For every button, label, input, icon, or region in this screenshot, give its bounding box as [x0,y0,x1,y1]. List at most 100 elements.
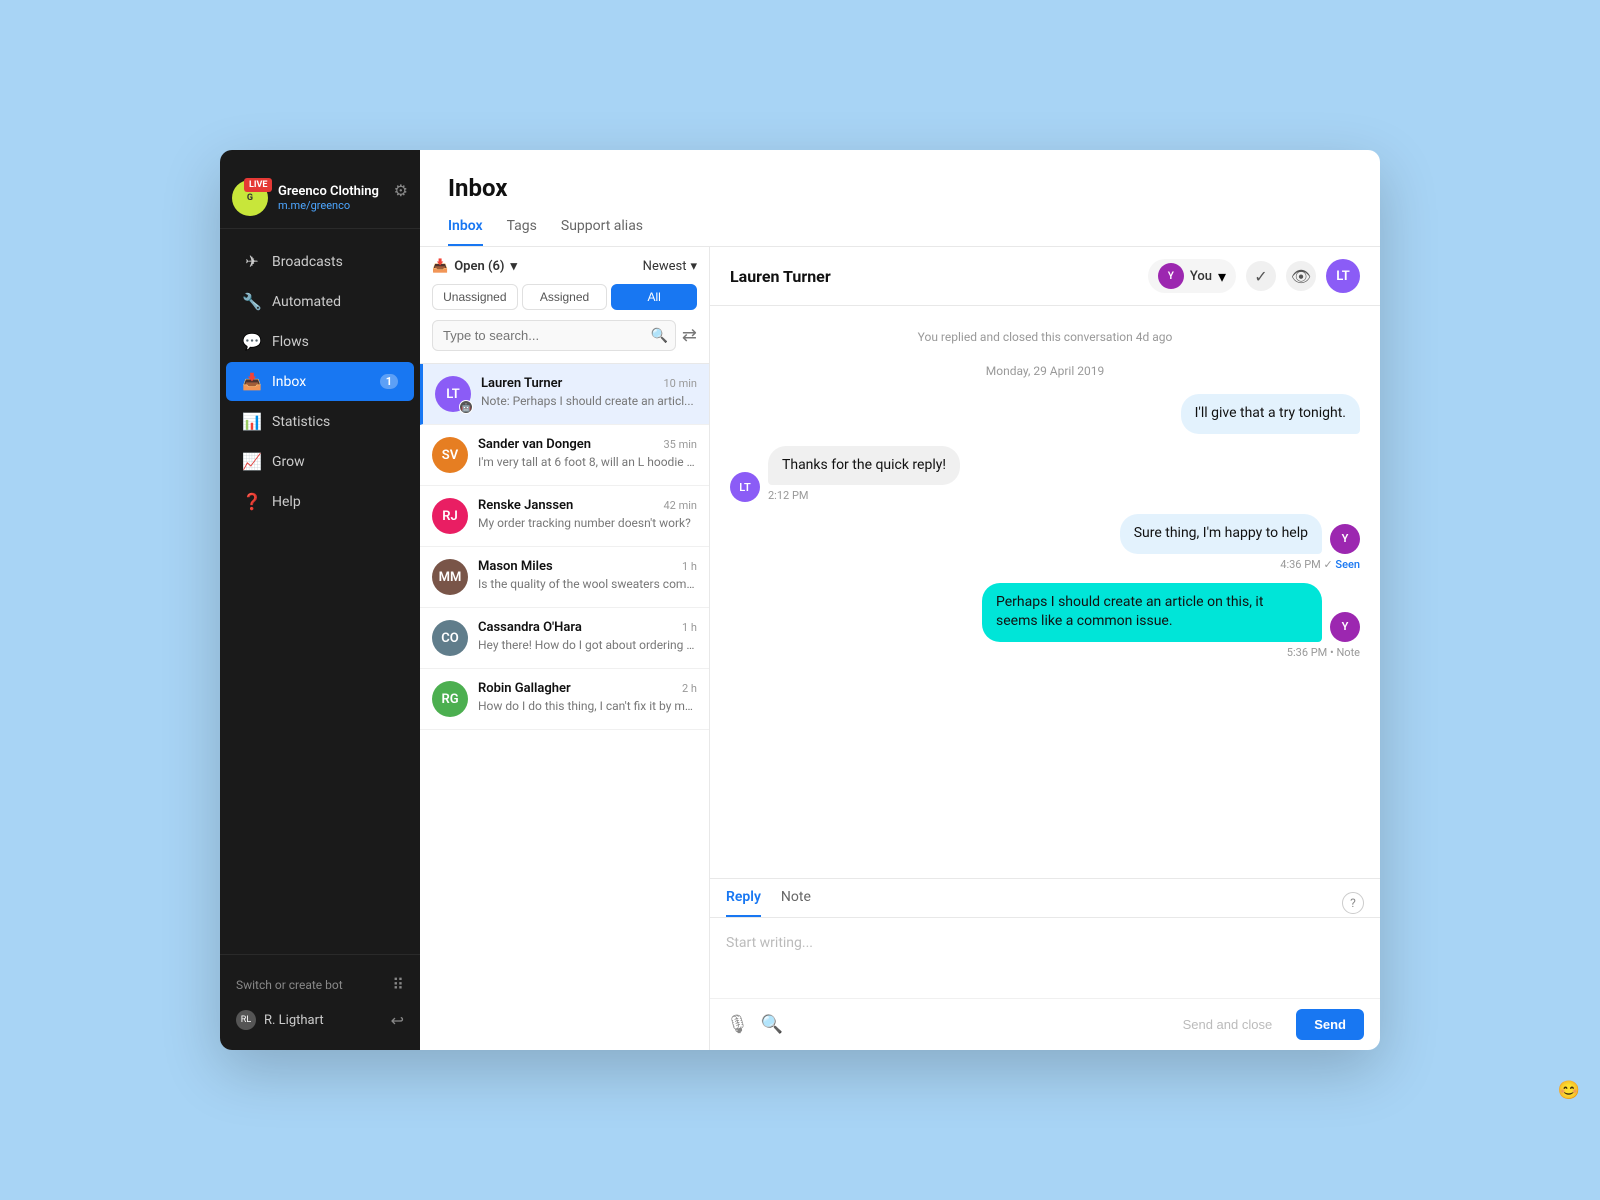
reply-help-icon[interactable]: ? [1342,892,1364,914]
sidebar-item-automated[interactable]: 🔧 Automated [226,282,414,321]
sort-icon[interactable]: ⇄ [682,325,697,346]
sidebar-item-label: Flows [272,334,309,350]
tab-support-alias[interactable]: Support alias [561,218,643,246]
conversation-item-cassandra[interactable]: CO Cassandra O'Hara 1 h Hey there! How d… [420,608,709,669]
search-articles-icon[interactable]: 🔍 [761,1014,783,1035]
reply-area: Reply Note ? Start writing... 😊 [710,878,1380,1050]
assign-filter-unassigned[interactable]: Unassigned [432,284,518,310]
sidebar-item-grow[interactable]: 📈 Grow [226,442,414,481]
sidebar-item-flows[interactable]: 💬 Flows [226,322,414,361]
preview-button[interactable]: 👁 [1286,261,1316,291]
message-row: I'll give that a try tonight. [730,394,1360,434]
conv-avatar-sander: SV [432,437,468,473]
inbox-tabs: Inbox Tags Support alias [448,218,1352,246]
message-bubble: I'll give that a try tonight. [1181,394,1360,434]
conversation-item-renske[interactable]: RJ Renske Janssen 42 min My order tracki… [420,486,709,547]
user-row: RL R. Ligthart ↩ [232,1002,408,1038]
live-badge: LIVE [244,178,272,192]
conversation-item-sander[interactable]: SV Sander van Dongen 35 min I'm very tal… [420,425,709,486]
assign-filter-all[interactable]: All [611,284,697,310]
chat-header: Lauren Turner Y You ▾ ✓ 👁 LT [710,247,1380,306]
contact-avatar-sm: LT [730,472,760,502]
search-input[interactable] [432,320,676,351]
gear-icon[interactable]: ⚙ [394,181,408,200]
chat-header-actions: Y You ▾ ✓ 👁 LT [1148,259,1360,293]
conversation-item-lauren[interactable]: LT 🤖 Lauren Turner 10 min Note: Perhaps … [420,364,709,425]
inbox-body: 📥 Open (6) ▾ Newest ▾ UnassignedAssigned… [420,247,1380,1050]
sidebar-item-inbox[interactable]: 📥 Inbox 1 [226,362,414,401]
agent-name: You [1190,269,1212,284]
conv-preview: Note: Perhaps I should create an articl.… [481,394,697,408]
conv-time: 1 h [682,560,697,573]
conv-name: Sander van Dongen [478,437,591,452]
conv-time: 1 h [682,621,697,634]
system-message: You replied and closed this conversation… [730,326,1360,348]
conv-name: Cassandra O'Hara [478,620,582,635]
sidebar-footer: Switch or create bot ⠿ RL R. Ligthart ↩ [220,954,420,1050]
main-content: Inbox Inbox Tags Support alias 📥 Open (6) … [420,150,1380,1050]
agent-avatar-sm: Y [1330,524,1360,554]
conv-name: Renske Janssen [478,498,573,513]
conversation-item-mason[interactable]: MM Mason Miles 1 h Is the quality of the… [420,547,709,608]
switch-bot-label: Switch or create bot [236,978,343,992]
filter-row: 📥 Open (6) ▾ Newest ▾ [432,259,697,274]
filter-icon: 📥 [432,259,448,274]
message-bubble-row: LT Thanks for the quick reply! 2:12 PM [730,446,960,503]
message-row: LT Thanks for the quick reply! 2:12 PM [730,446,1360,503]
switch-bot-button[interactable]: Switch or create bot ⠿ [232,967,408,1002]
reply-input-area[interactable]: Start writing... 😊 [710,918,1380,998]
open-filter-button[interactable]: 📥 Open (6) ▾ [432,259,517,274]
user-avatar: RL [236,1010,256,1030]
user-info: RL R. Ligthart [236,1010,324,1030]
search-wrap: 🔍 [432,320,676,351]
conversation-list: 📥 Open (6) ▾ Newest ▾ UnassignedAssigned… [420,247,710,1050]
page-title: Inbox [448,174,1352,202]
message-time: 2:12 PM [768,489,960,502]
sidebar-item-label: Broadcasts [272,254,343,270]
assign-filter-assigned[interactable]: Assigned [522,284,608,310]
chevron-down-icon-newest: ▾ [690,259,697,274]
tab-reply[interactable]: Reply [726,889,761,917]
conv-info-robin: Robin Gallagher 2 h How do I do this thi… [478,681,697,713]
conv-avatar-renske: RJ [432,498,468,534]
sidebar: LIVE G Greenco Clothing m.me/greenco ⚙ ✈… [220,150,420,1050]
brand-name: Greenco Clothing [278,184,379,200]
agent-selector-button[interactable]: Y You ▾ [1148,259,1236,293]
send-close-button[interactable]: Send and close [1167,1009,1289,1040]
sidebar-header: LIVE G Greenco Clothing m.me/greenco ⚙ [220,150,420,229]
newest-filter-button[interactable]: Newest ▾ [643,259,697,274]
sidebar-item-help[interactable]: ❓ Help [226,482,414,521]
contact-name: Lauren Turner [730,267,831,286]
grow-icon: 📈 [242,452,262,471]
inbox-header: Inbox Inbox Tags Support alias [420,150,1380,247]
messages-area: You replied and closed this conversation… [710,306,1380,878]
message-row: Sure thing, I'm happy to help Y 4:36 PM … [730,514,1360,571]
reply-toolbar: 🎙 🔍 Send and close Send [710,998,1380,1050]
flows-icon: 💬 [242,332,262,351]
note-bubble: Perhaps I should create an article on th… [982,583,1322,642]
conversation-item-robin[interactable]: RG Robin Gallagher 2 h How do I do this … [420,669,709,730]
tab-tags[interactable]: Tags [507,218,537,246]
statistics-icon: 📊 [242,412,262,431]
resolve-button[interactable]: ✓ [1246,261,1276,291]
sidebar-item-broadcasts[interactable]: ✈ Broadcasts [226,242,414,281]
nav-badge-inbox: 1 [380,374,398,389]
logout-icon[interactable]: ↩ [391,1011,404,1030]
search-row: 🔍 ⇄ [432,320,697,351]
sidebar-item-statistics[interactable]: 📊 Statistics [226,402,414,441]
conv-time: 35 min [664,438,698,451]
conv-info-sander: Sander van Dongen 35 min I'm very tall a… [478,437,697,469]
reply-tab-left: Reply Note [726,889,811,917]
conv-name: Robin Gallagher [478,681,571,696]
mic-icon[interactable]: 🎙 [726,1014,749,1035]
tab-inbox[interactable]: Inbox [448,218,483,246]
chevron-down-icon: ▾ [510,259,517,274]
send-button[interactable]: Send [1296,1009,1364,1040]
tab-note[interactable]: Note [781,889,811,917]
conversation-items: LT 🤖 Lauren Turner 10 min Note: Perhaps … [420,364,709,1050]
conv-time: 10 min [664,377,698,390]
reply-toolbar-left: 🎙 🔍 [726,1014,783,1035]
date-divider: Monday, 29 April 2019 [730,360,1360,382]
chat-panel: Lauren Turner Y You ▾ ✓ 👁 LT Yo [710,247,1380,1050]
user-name-label: R. Ligthart [264,1013,324,1028]
